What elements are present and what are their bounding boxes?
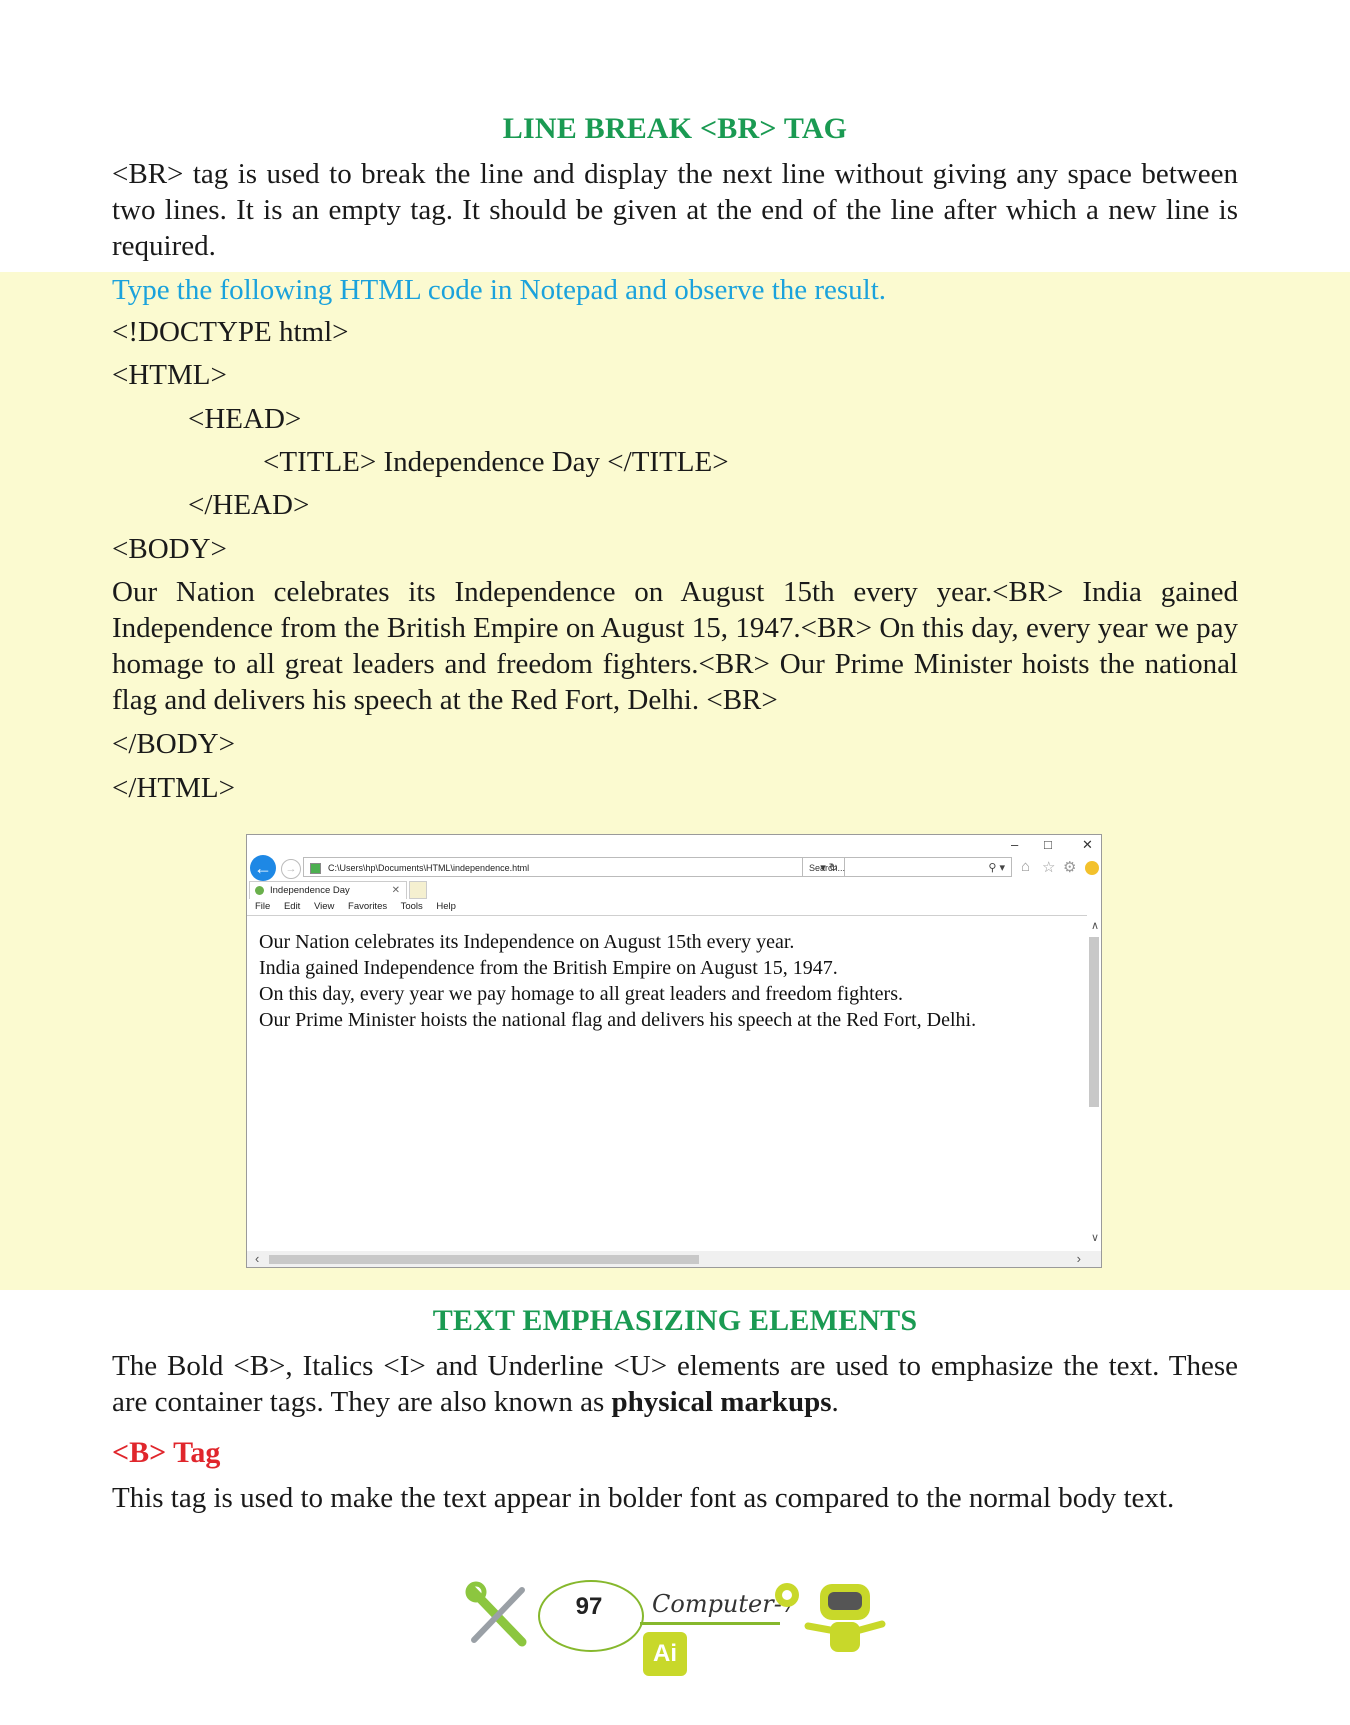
menu-file[interactable]: File <box>255 901 270 912</box>
code-html-close: </HTML> <box>112 772 235 804</box>
ai-badge-icon: Ai <box>643 1632 687 1676</box>
output-line: On this day, every year we pay homage to… <box>259 983 904 1005</box>
browser-window: – □ ✕ ← → C:\Users\hp\Documents\HTML\ind… <box>246 834 1102 1268</box>
search-icon[interactable]: ⚲ ▾ <box>988 858 1005 878</box>
b-tag-description: This tag is used to make the text appear… <box>112 1482 1175 1514</box>
browser-toolbar: – □ ✕ ← → C:\Users\hp\Documents\HTML\ind… <box>247 835 1101 916</box>
code-body-text: Our Nation celebrates its Independence o… <box>112 576 1238 716</box>
robot-icon <box>804 1584 886 1652</box>
tools-icon <box>465 1581 527 1647</box>
browser-tab[interactable]: Independence Day ✕ <box>249 881 407 899</box>
vertical-scroll-thumb[interactable] <box>1089 937 1099 1107</box>
minimize-icon[interactable]: – <box>1011 837 1018 852</box>
menu-favorites[interactable]: Favorites <box>348 901 387 912</box>
search-input[interactable]: Search... ⚲ ▾ <box>802 857 1012 877</box>
menu-edit[interactable]: Edit <box>284 901 300 912</box>
browser-page-content: Our Nation celebrates its Independence o… <box>259 929 1059 1033</box>
feedback-smiley-icon[interactable] <box>1085 861 1099 875</box>
scroll-right-icon[interactable]: › <box>1077 1251 1081 1266</box>
home-icon[interactable]: ⌂ <box>1021 858 1030 875</box>
tab-page-icon <box>255 886 264 895</box>
back-icon[interactable]: ← <box>250 855 276 881</box>
horizontal-scrollbar[interactable]: ‹ › <box>247 1251 1101 1267</box>
address-bar[interactable]: C:\Users\hp\Documents\HTML\independence.… <box>303 857 845 877</box>
code-head-open: <HEAD> <box>188 403 302 435</box>
emphasizing-description: The Bold <B>, Italics <I> and Underline … <box>112 1348 1238 1420</box>
br-tag-description: <BR> tag is used to break the line and d… <box>112 158 1238 262</box>
section-heading-line-break: LINE BREAK <BR> TAG <box>502 112 848 145</box>
scroll-down-icon[interactable]: ∨ <box>1091 1231 1099 1244</box>
code-title: <TITLE> Independence Day </TITLE> <box>263 446 729 478</box>
menu-help[interactable]: Help <box>436 901 456 912</box>
menu-view[interactable]: View <box>314 901 334 912</box>
close-icon[interactable]: ✕ <box>1082 837 1093 853</box>
forward-icon[interactable]: → <box>281 859 301 879</box>
instruction-text: Type the following HTML code in Notepad … <box>112 274 887 306</box>
tab-title: Independence Day <box>270 885 350 896</box>
page-icon <box>310 863 321 874</box>
scroll-up-icon[interactable]: ∧ <box>1091 919 1099 932</box>
output-line: Our Nation celebrates its Independence o… <box>259 931 795 953</box>
code-body-close: </BODY> <box>112 728 235 760</box>
b-tag-heading: <B> Tag <box>112 1436 221 1469</box>
address-text: C:\Users\hp\Documents\HTML\independence.… <box>328 863 530 873</box>
brand-underline <box>640 1622 780 1625</box>
output-line: Our Prime Minister hoists the national f… <box>259 1009 977 1031</box>
code-html-open: <HTML> <box>112 359 227 391</box>
code-doctype: <!DOCTYPE html> <box>112 316 349 348</box>
gear-icon[interactable]: ⚙ <box>1063 858 1076 876</box>
emphasizing-text-end: . <box>831 1386 839 1418</box>
favorites-star-icon[interactable]: ☆ <box>1042 858 1055 876</box>
new-tab-button[interactable] <box>409 881 427 899</box>
maximize-icon[interactable]: □ <box>1044 837 1052 852</box>
tab-close-icon[interactable]: ✕ <box>392 882 400 900</box>
scroll-left-icon[interactable]: ‹ <box>255 1251 259 1266</box>
code-head-close: </HEAD> <box>188 489 310 521</box>
horizontal-scroll-thumb[interactable] <box>269 1255 699 1264</box>
search-placeholder: Search... <box>809 863 846 873</box>
section-heading-text-emphasizing: TEXT EMPHASIZING ELEMENTS <box>432 1304 918 1337</box>
gear-decoration-icon <box>775 1583 799 1607</box>
physical-markups-term: physical markups <box>611 1386 832 1418</box>
menu-tools[interactable]: Tools <box>401 901 423 912</box>
menu-bar: File Edit View Favorites Tools Help <box>255 901 467 912</box>
page-number: 97 <box>575 1593 603 1620</box>
code-body-open: <BODY> <box>112 533 227 565</box>
output-line: India gained Independence from the Briti… <box>259 957 838 979</box>
